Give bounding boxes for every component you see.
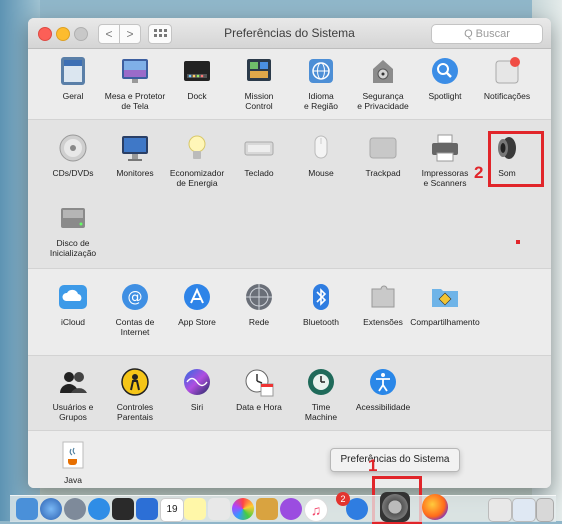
pane-internet-accounts[interactable]: @ Contas de Internet <box>100 281 170 337</box>
dock-icon <box>181 55 213 87</box>
parental-controls-icon <box>119 366 151 398</box>
displays-icon <box>119 132 151 164</box>
internet-accounts-icon: @ <box>119 281 151 313</box>
pane-dock[interactable]: Dock <box>162 55 232 101</box>
pane-app-store[interactable]: App Store <box>162 281 232 327</box>
pane-mission-control[interactable]: Mission Control <box>224 55 294 111</box>
siri-dock-icon[interactable] <box>40 498 62 520</box>
pane-sharing[interactable]: Compartilhamento <box>410 281 480 327</box>
time-machine-icon <box>305 366 337 398</box>
pane-notifications[interactable]: Notificações <box>472 55 542 101</box>
pane-energy-saver[interactable]: Economizador de Energia <box>162 132 232 188</box>
network-icon <box>243 281 275 313</box>
pane-security-privacy[interactable]: Segurança e Privacidade <box>348 55 418 111</box>
pane-mouse[interactable]: Mouse <box>286 132 356 178</box>
pane-printers-scanners[interactable]: Impressoras e Scanners <box>410 132 480 188</box>
launchpad-icon[interactable] <box>64 498 86 520</box>
mission-control-icon <box>243 55 275 87</box>
podcasts-icon[interactable] <box>280 498 302 520</box>
image-capture-icon[interactable] <box>256 498 278 520</box>
notifications-icon <box>491 55 523 87</box>
pane-desktop-screensaver[interactable]: Mesa e Protetor de Tela <box>100 55 170 111</box>
finder-icon[interactable] <box>16 498 38 520</box>
pane-date-time[interactable]: Data e Hora <box>224 366 294 412</box>
sharing-icon <box>429 281 461 313</box>
system-preferences-dock-icon[interactable] <box>380 492 410 522</box>
section-system: Usuários e Grupos Controles Parentais Si… <box>28 356 551 431</box>
printer-icon <box>429 132 461 164</box>
startup-disk-icon <box>57 202 89 234</box>
pane-time-machine[interactable]: Time Machine <box>286 366 356 422</box>
trackpad-icon <box>367 132 399 164</box>
terminal-icon[interactable] <box>112 498 134 520</box>
spotlight-icon <box>429 55 461 87</box>
pane-icloud[interactable]: iCloud <box>38 281 108 327</box>
siri-icon <box>181 366 213 398</box>
pane-java[interactable]: Java <box>38 439 108 485</box>
pane-extensions[interactable]: Extensões <box>348 281 418 327</box>
pane-cd-dvd[interactable]: CDs/DVDs <box>38 132 108 178</box>
app-store-icon <box>181 281 213 313</box>
pane-general[interactable]: Geral <box>38 55 108 101</box>
section-internet: iCloud @ Contas de Internet App Store Re… <box>28 269 551 356</box>
pane-parental-controls[interactable]: Controles Parentais <box>100 366 170 422</box>
pane-network[interactable]: Rede <box>224 281 294 327</box>
safari-icon[interactable] <box>88 498 110 520</box>
calendar-icon[interactable]: 19 <box>160 498 184 522</box>
section-hardware: CDs/DVDs Monitores Economizador de Energ… <box>28 120 551 269</box>
documents-stack-icon[interactable] <box>512 498 536 522</box>
pane-accessibility[interactable]: Acessibilidade <box>348 366 418 412</box>
trash-icon[interactable] <box>536 498 554 522</box>
pane-keyboard[interactable]: Teclado <box>224 132 294 178</box>
icloud-icon <box>57 281 89 313</box>
annotation-dot <box>516 240 520 244</box>
mouse-icon <box>305 132 337 164</box>
java-icon <box>57 439 89 471</box>
accessibility-icon <box>367 366 399 398</box>
security-icon <box>367 55 399 87</box>
dock-tooltip: Preferências do Sistema <box>330 448 460 472</box>
pane-displays[interactable]: Monitores <box>100 132 170 178</box>
pane-siri[interactable]: Siri <box>162 366 232 412</box>
preview-icon[interactable] <box>208 498 230 520</box>
firefox-icon[interactable] <box>422 494 448 520</box>
itunes-icon[interactable]: ♫ <box>304 498 328 522</box>
section-personal: Geral Mesa e Protetor de Tela Dock Missi… <box>28 49 551 120</box>
pane-language-region[interactable]: Idioma e Região <box>286 55 356 111</box>
notes-icon[interactable] <box>184 498 206 520</box>
photos-icon[interactable] <box>232 498 254 520</box>
skype-icon[interactable] <box>136 498 158 520</box>
extensions-icon <box>367 281 399 313</box>
annotation-step-1: 1 <box>368 456 378 475</box>
highlight-box-sound <box>488 131 544 187</box>
search-field[interactable]: Q Buscar <box>431 24 543 44</box>
date-time-icon <box>243 366 275 398</box>
system-preferences-window: < > Preferências do Sistema Q Buscar Ger… <box>28 18 551 488</box>
svg-text:@: @ <box>128 288 143 306</box>
pane-users-groups[interactable]: Usuários e Grupos <box>38 366 108 422</box>
downloads-stack-icon[interactable] <box>488 498 512 522</box>
users-groups-icon <box>57 366 89 398</box>
bluetooth-icon <box>305 281 337 313</box>
general-icon <box>57 55 89 87</box>
desktop-screensaver-icon <box>119 55 151 87</box>
annotation-step-2: 2 <box>474 163 484 182</box>
pane-trackpad[interactable]: Trackpad <box>348 132 418 178</box>
pane-startup-disk[interactable]: Disco de Inicialização <box>38 202 108 258</box>
keyboard-icon <box>243 132 275 164</box>
energy-saver-icon <box>181 132 213 164</box>
app-store-badge: 2 <box>336 492 350 506</box>
cd-dvd-icon <box>57 132 89 164</box>
titlebar: < > Preferências do Sistema Q Buscar <box>28 18 551 49</box>
pane-spotlight[interactable]: Spotlight <box>410 55 480 101</box>
language-region-icon <box>305 55 337 87</box>
dock: 19 ♫ 2 <box>10 492 556 522</box>
pane-bluetooth[interactable]: Bluetooth <box>286 281 356 327</box>
section-other: Java <box>28 431 551 488</box>
